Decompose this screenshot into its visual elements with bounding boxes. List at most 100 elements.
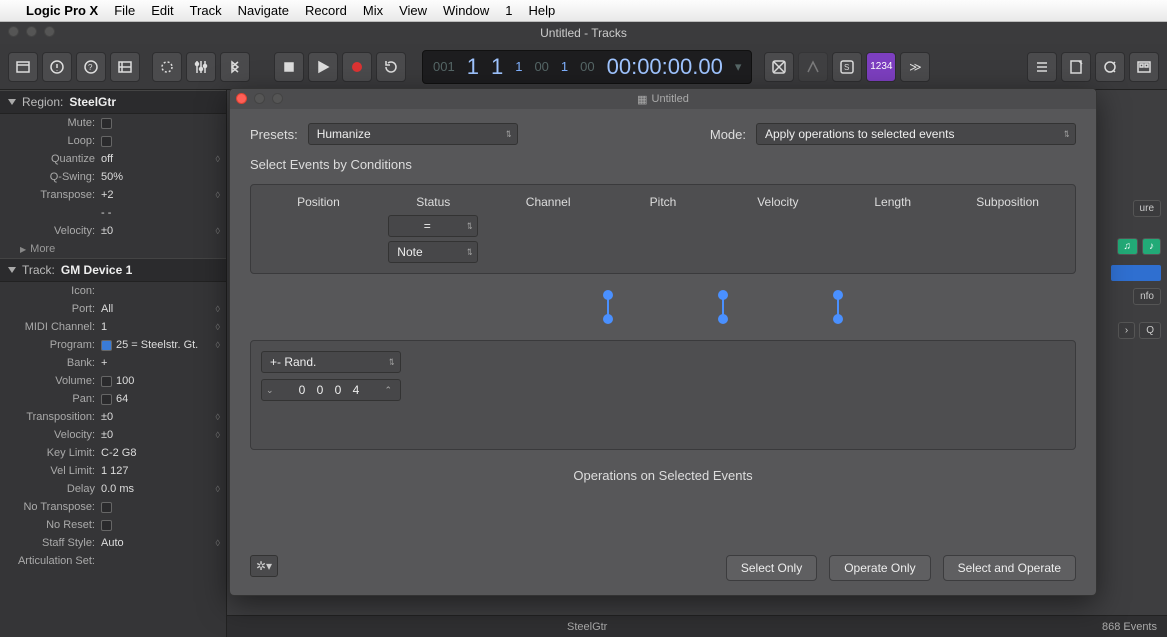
mode-dropdown[interactable]: Apply operations to selected events [756,123,1076,145]
handle-channel[interactable] [607,292,609,322]
disclosure-down-icon[interactable] [8,267,16,273]
region-more[interactable]: More [0,240,226,258]
mixer-button[interactable] [186,52,216,82]
record-button[interactable] [342,52,372,82]
inspector-row[interactable]: Velocity:±0 [0,222,226,240]
step-down-icon[interactable]: ⌄ [266,385,278,396]
region-header[interactable]: Region: SteelGtr [0,90,226,114]
cycle-button[interactable] [376,52,406,82]
inspector-row[interactable]: MIDI Channel:1 [0,318,226,336]
stop-button[interactable] [274,52,304,82]
library-button[interactable] [8,52,38,82]
row-value[interactable] [101,520,220,531]
inspector-row[interactable]: Articulation Set: [0,552,226,570]
smart-controls-button[interactable] [152,52,182,82]
inspector-row[interactable]: Port:All [0,300,226,318]
row-value[interactable] [101,136,220,147]
handle-velocity[interactable] [837,292,839,322]
checkbox[interactable] [101,520,112,531]
low-latency-button[interactable] [798,52,828,82]
row-value[interactable]: 64 [101,393,220,405]
inspector-row[interactable]: Vel Limit:1 127 [0,462,226,480]
play-button[interactable] [308,52,338,82]
inspector-row[interactable]: Pan:64 [0,390,226,408]
row-value[interactable]: C-2 G8 [101,447,220,459]
app-menu[interactable]: Logic Pro X [26,3,98,18]
inspector-row[interactable]: Transposition:±0 [0,408,226,426]
operate-only-button[interactable]: Operate Only [829,555,930,581]
modal-min-icon[interactable] [254,93,265,104]
lcd-beats[interactable]: 1 [491,54,503,80]
status-value-dropdown[interactable]: Note [388,241,478,263]
checkbox[interactable] [101,376,112,387]
mac-menubar[interactable]: Logic Pro X File Edit Track Navigate Rec… [0,0,1167,22]
inspector-row[interactable]: Volume:100 [0,372,226,390]
more-toolbar-icon[interactable]: ≫ [900,52,930,82]
track-header[interactable]: Track: GM Device 1 [0,258,226,282]
menu-1[interactable]: 1 [505,3,512,18]
row-value[interactable]: off [101,153,220,165]
replace-button[interactable] [764,52,794,82]
row-value[interactable]: 100 [101,375,220,387]
menu-help[interactable]: Help [529,3,556,18]
menu-view[interactable]: View [399,3,427,18]
menu-file[interactable]: File [114,3,135,18]
select-and-operate-button[interactable]: Select and Operate [943,555,1076,581]
apple-loops-toggle-icon[interactable]: ♪ [1142,238,1161,255]
disclosure-down-icon[interactable] [8,99,16,105]
toolbar-button[interactable] [110,52,140,82]
row-value[interactable]: ±0 [101,411,220,423]
modal-close-icon[interactable] [236,93,247,104]
inspector-row[interactable]: Delay0.0 ms [0,480,226,498]
editors-button[interactable] [220,52,250,82]
quantize-q-button[interactable]: Q [1139,322,1161,339]
inspector-row[interactable]: No Transpose: [0,498,226,516]
quick-help-button[interactable]: ? [76,52,106,82]
row-value[interactable]: All [101,303,220,315]
operation-value-field[interactable]: ⌄ 0 0 0 4 ⌃ [261,379,401,401]
lcd-bars[interactable]: 1 [467,54,479,80]
inspector-row[interactable]: Bank:+ [0,354,226,372]
lcd-div[interactable]: 1 [515,59,522,74]
menu-record[interactable]: Record [305,3,347,18]
count-in-button[interactable]: 1234 [866,52,896,82]
row-value[interactable]: - - [101,207,220,219]
inspector-row[interactable]: Q-Swing:50% [0,168,226,186]
minimize-icon[interactable] [26,26,37,37]
row-value[interactable]: +2 [101,189,220,201]
solo-button[interactable]: S [832,52,862,82]
structure-tab-clipped[interactable]: ure [1133,200,1161,217]
presets-dropdown[interactable]: Humanize [308,123,518,145]
handle-pitch[interactable] [722,292,724,322]
chevron-icon[interactable]: › [1118,322,1135,339]
row-value[interactable]: + [101,357,220,369]
checkbox[interactable] [101,502,112,513]
routing-handles[interactable] [250,292,1076,322]
lcd-smpte[interactable]: 00:00:00.00 [607,54,723,80]
inspector-row[interactable]: - - [0,204,226,222]
close-icon[interactable] [8,26,19,37]
inspector-row[interactable]: Key Limit:C-2 G8 [0,444,226,462]
row-value[interactable]: 25 = Steelstr. Gt. [101,339,220,351]
lcd-chevron-icon[interactable]: ▾ [735,59,742,75]
inspector-row[interactable]: Velocity:±0 [0,426,226,444]
inspector-row[interactable]: No Reset: [0,516,226,534]
inspector-row[interactable]: Icon: [0,282,226,300]
inspector-row[interactable]: Mute: [0,114,226,132]
row-value[interactable] [101,502,220,513]
browser-button[interactable] [1129,52,1159,82]
checkbox[interactable] [101,394,112,405]
menu-window[interactable]: Window [443,3,489,18]
row-value[interactable]: Auto [101,537,220,549]
menu-mix[interactable]: Mix [363,3,383,18]
checkbox[interactable] [101,340,112,351]
row-value[interactable] [101,118,220,129]
row-value[interactable]: 1 127 [101,465,220,477]
track-region-clip[interactable] [1111,265,1161,281]
list-editors-button[interactable] [1027,52,1057,82]
inspector-row[interactable]: Quantizeoff [0,150,226,168]
menu-track[interactable]: Track [190,3,222,18]
inspector-row[interactable]: Transpose:+2 [0,186,226,204]
row-value[interactable]: ±0 [101,225,220,237]
menu-navigate[interactable]: Navigate [238,3,289,18]
